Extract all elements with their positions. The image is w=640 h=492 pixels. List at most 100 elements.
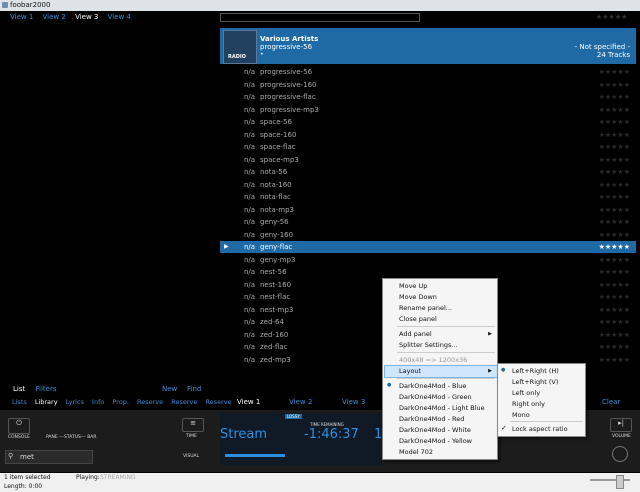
- menu-close-panel[interactable]: Close panel: [399, 315, 437, 323]
- tab-reserve-3[interactable]: Reserve: [205, 398, 231, 406]
- tab-view-4[interactable]: View 4: [108, 13, 131, 21]
- left-tabs-row2: Lists Library Lyrics Info Prop. Reserve …: [12, 398, 232, 406]
- tab-list[interactable]: List: [13, 385, 25, 393]
- progress-box[interactable]: [220, 13, 420, 22]
- menu-separator: [397, 352, 495, 353]
- track-row[interactable]: n/a progressive-flac ★★★★★: [220, 91, 636, 103]
- clear-button[interactable]: Clear: [602, 398, 620, 406]
- track-number: n/a: [244, 305, 256, 314]
- tab-lyrics[interactable]: Lyrics: [66, 398, 84, 406]
- rating-stars[interactable]: ★★★★★: [599, 266, 630, 278]
- track-name: nest-mp3: [260, 305, 294, 314]
- track-row[interactable]: ▶ n/a geny-flac ★★★★★: [220, 241, 636, 253]
- track-row[interactable]: n/a nota-160 ★★★★★: [220, 179, 636, 191]
- rating-stars[interactable]: ★★★★★: [599, 304, 630, 316]
- tab-prop[interactable]: Prop.: [112, 398, 129, 406]
- rating-stars[interactable]: ★★★★★: [599, 216, 630, 228]
- menu-theme-white[interactable]: DarkOne4Mod - White: [399, 426, 471, 434]
- track-row[interactable]: n/a space-mp3 ★★★★★: [220, 154, 636, 166]
- rating-stars[interactable]: ★★★★★: [599, 329, 630, 341]
- track-row[interactable]: n/a nest-56 ★★★★★: [220, 266, 636, 278]
- tab-view-3[interactable]: View 3: [75, 13, 98, 21]
- tab-library[interactable]: Library: [35, 398, 58, 406]
- rating-stars[interactable]: ★★★★★: [599, 154, 630, 166]
- menu-rename-panel[interactable]: Rename panel...: [399, 304, 452, 312]
- layout-lock-aspect[interactable]: Lock aspect ratio: [512, 425, 568, 433]
- rating-stars[interactable]: ★★★★★: [599, 204, 630, 216]
- menu-theme-blue[interactable]: DarkOne4Mod - Blue: [399, 382, 466, 390]
- top-rating-stars[interactable]: ★★★★★: [596, 13, 627, 21]
- rating-stars[interactable]: ★★★★★: [599, 129, 630, 141]
- rating-stars[interactable]: ★★★★★: [599, 279, 630, 291]
- tab-reserve-2[interactable]: Reserve: [171, 398, 197, 406]
- seek-bar[interactable]: [225, 454, 285, 457]
- layout-mono[interactable]: Mono: [512, 411, 530, 419]
- rating-stars[interactable]: ★★★★★: [599, 166, 630, 178]
- layout-lr-v[interactable]: Left+Right (V): [512, 378, 558, 386]
- track-row[interactable]: n/a space-flac ★★★★★: [220, 141, 636, 153]
- checkmark-icon: ✓: [501, 424, 507, 432]
- menu-theme-light-blue[interactable]: DarkOne4Mod - Light Blue: [399, 404, 485, 412]
- track-row[interactable]: n/a geny-mp3 ★★★★★: [220, 254, 636, 266]
- track-row[interactable]: n/a nota-mp3 ★★★★★: [220, 204, 636, 216]
- menu-layout[interactable]: Layout: [399, 367, 421, 375]
- track-row[interactable]: n/a geny-56 ★★★★★: [220, 216, 636, 228]
- menu-theme-green[interactable]: DarkOne4Mod - Green: [399, 393, 472, 401]
- menu-add-panel[interactable]: Add panel: [399, 330, 432, 338]
- status-volume-thumb[interactable]: [616, 475, 624, 489]
- track-row[interactable]: n/a progressive-mp3 ★★★★★: [220, 104, 636, 116]
- bottom-tab-view-2[interactable]: View 2: [289, 398, 312, 406]
- rating-stars[interactable]: ★★★★★: [599, 79, 630, 91]
- layout-left-only[interactable]: Left only: [512, 389, 540, 397]
- rating-stars[interactable]: ★★★★★: [599, 191, 630, 203]
- rating-stars[interactable]: ★★★★★: [599, 179, 630, 191]
- power-icon[interactable]: ⏻: [8, 418, 30, 434]
- track-row[interactable]: n/a space-160 ★★★★★: [220, 129, 636, 141]
- rating-stars[interactable]: ★★★★★: [599, 354, 630, 366]
- track-number: n/a: [244, 255, 256, 264]
- selected-count: 1 item selected: [4, 474, 51, 481]
- layout-right-only[interactable]: Right only: [512, 400, 545, 408]
- rating-stars[interactable]: ★★★★★: [599, 254, 630, 266]
- rating-stars[interactable]: ★★★★★: [599, 241, 630, 253]
- tab-view-1[interactable]: View 1: [10, 13, 33, 21]
- rating-stars[interactable]: ★★★★★: [599, 91, 630, 103]
- menu-model-702[interactable]: Model 702: [399, 448, 433, 456]
- track-row[interactable]: n/a geny-160 ★★★★★: [220, 229, 636, 241]
- track-name: space-160: [260, 130, 297, 139]
- tab-info[interactable]: Info: [92, 398, 104, 406]
- rating-stars[interactable]: ★★★★★: [599, 66, 630, 78]
- status-volume-slider[interactable]: [590, 479, 630, 481]
- bottom-tab-view-1[interactable]: View 1: [237, 398, 260, 406]
- album-header[interactable]: RADIO Various Artists progressive-56 • -…: [220, 28, 636, 64]
- track-row[interactable]: n/a nota-56 ★★★★★: [220, 166, 636, 178]
- volume-knob[interactable]: [612, 446, 628, 462]
- next-icon[interactable]: ▸|: [610, 418, 632, 432]
- track-row[interactable]: n/a progressive-160 ★★★★★: [220, 79, 636, 91]
- rating-stars[interactable]: ★★★★★: [599, 104, 630, 116]
- menu-move-down[interactable]: Move Down: [399, 293, 437, 301]
- rating-stars[interactable]: ★★★★★: [599, 341, 630, 353]
- tab-view-2[interactable]: View 2: [43, 13, 66, 21]
- tab-reserve-1[interactable]: Reserve: [137, 398, 163, 406]
- bottom-tab-view-3[interactable]: View 3: [342, 398, 365, 406]
- menu-icon[interactable]: ≡: [182, 418, 204, 432]
- new-button[interactable]: New: [162, 385, 177, 393]
- tab-filters[interactable]: Filters: [35, 385, 56, 393]
- track-row[interactable]: n/a nota-flac ★★★★★: [220, 191, 636, 203]
- rating-stars[interactable]: ★★★★★: [599, 316, 630, 328]
- rating-stars[interactable]: ★★★★★: [599, 141, 630, 153]
- menu-theme-red[interactable]: DarkOne4Mod - Red: [399, 415, 464, 423]
- menu-splitter-settings[interactable]: Splitter Settings...: [399, 341, 458, 349]
- tab-lists[interactable]: Lists: [12, 398, 27, 406]
- rating-stars[interactable]: ★★★★★: [599, 291, 630, 303]
- rating-stars[interactable]: ★★★★★: [599, 229, 630, 241]
- track-row[interactable]: n/a progressive-56 ★★★★★: [220, 66, 636, 78]
- find-button[interactable]: Find: [187, 385, 201, 393]
- rating-stars[interactable]: ★★★★★: [599, 116, 630, 128]
- search-input[interactable]: ⚲ met: [5, 450, 93, 464]
- menu-theme-yellow[interactable]: DarkOne4Mod - Yellow: [399, 437, 472, 445]
- track-row[interactable]: n/a space-56 ★★★★★: [220, 116, 636, 128]
- menu-move-up[interactable]: Move Up: [399, 282, 427, 290]
- layout-lr-h[interactable]: Left+Right (H): [512, 367, 559, 375]
